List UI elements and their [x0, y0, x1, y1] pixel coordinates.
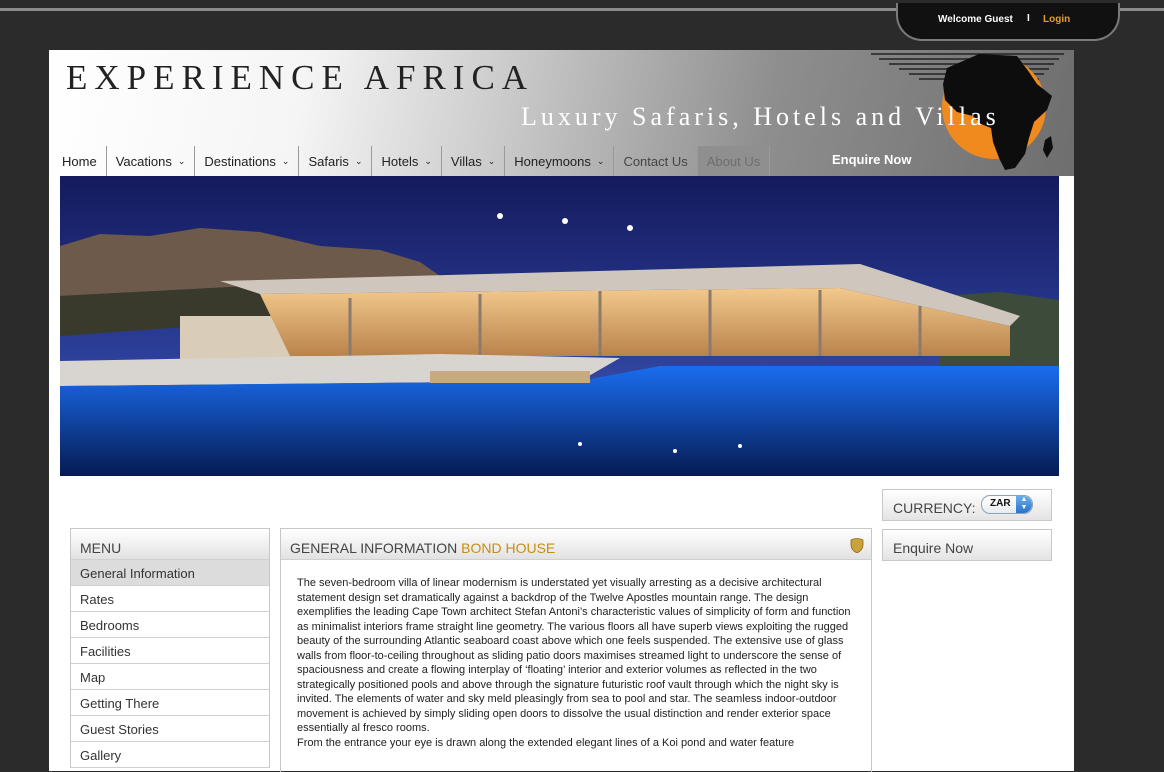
content-panel: GENERAL INFORMATION BOND HOUSE The seven… [280, 528, 872, 772]
login-link[interactable]: Login [1043, 14, 1070, 25]
hero-villa-image [60, 176, 1059, 476]
chevron-down-icon: ⌄ [354, 155, 363, 166]
currency-value: ZAR [990, 498, 1011, 509]
nav-home[interactable]: Home [49, 146, 107, 176]
menu-item-facilities[interactable]: Facilities [71, 638, 269, 664]
nav-label: Contact Us [623, 153, 688, 169]
nav-destinations[interactable]: Destinations ⌄ [195, 146, 300, 176]
nav-vacations[interactable]: Vacations ⌄ [107, 146, 196, 176]
menu-item-label: Gallery [80, 748, 122, 763]
menu-item-general-information[interactable]: General Information [71, 560, 269, 586]
welcome-text: Welcome Guest [938, 14, 1013, 25]
menu-item-label: Bedrooms [80, 618, 140, 633]
content-heading: GENERAL INFORMATION BOND HOUSE [281, 529, 871, 560]
currency-select[interactable]: ZAR ▲ ▼ [981, 495, 1033, 514]
chevron-down-icon: ⌄ [177, 155, 186, 166]
menu-item-rates[interactable]: Rates [71, 586, 269, 612]
currency-box: CURRENCY: ZAR ▲ ▼ [882, 489, 1052, 521]
nav-label: Home [62, 153, 97, 169]
enquire-now-button[interactable]: Enquire Now [882, 529, 1052, 561]
nav-label: Honeymoons [514, 153, 591, 169]
shield-icon [850, 538, 864, 553]
nav-villas[interactable]: Villas ⌄ [442, 146, 506, 176]
nav-hotels[interactable]: Hotels ⌄ [372, 146, 442, 176]
menu-item-getting-there[interactable]: Getting There [71, 690, 269, 716]
side-menu: MENU General Information Rates Bedrooms … [70, 528, 270, 768]
nav-enquire-now[interactable]: Enquire Now [832, 152, 911, 167]
menu-title: MENU [80, 540, 122, 556]
menu-item-gallery[interactable]: Gallery [71, 742, 269, 768]
menu-item-label: Guest Stories [80, 722, 159, 737]
nav-contact-us[interactable]: Contact Us [614, 146, 698, 176]
menu-item-guest-stories[interactable]: Guest Stories [71, 716, 269, 742]
nav-label: About Us [706, 153, 761, 169]
chevron-down-icon: ⌄ [487, 155, 496, 166]
content-body: The seven-bedroom villa of linear modern… [297, 576, 857, 750]
enquire-now-label: Enquire Now [893, 540, 974, 556]
chevron-down-icon: ⌄ [281, 155, 290, 166]
site-header: EXPERIENCE AFRICA Luxury Safaris, Hotels… [49, 50, 1074, 176]
updown-arrows-icon: ▲ ▼ [1016, 496, 1032, 513]
menu-item-label: Getting There [80, 696, 160, 711]
menu-item-label: Map [80, 670, 106, 685]
menu-item-label: Facilities [80, 644, 131, 659]
nav-label: Destinations [204, 153, 276, 169]
content-paragraph: From the entrance your eye is drawn alon… [297, 736, 795, 749]
chevron-down-icon: ⌄ [424, 155, 432, 166]
content-paragraph: The seven-bedroom villa of linear modern… [297, 577, 851, 734]
nav-label: Villas [450, 153, 482, 169]
content-title: GENERAL INFORMATION BOND HOUSE [290, 540, 555, 556]
account-separator: I [1027, 13, 1030, 24]
menu-item-label: Rates [80, 592, 114, 607]
property-name: BOND HOUSE [461, 540, 556, 556]
nav-safaris[interactable]: Safaris ⌄ [299, 146, 373, 176]
menu-item-bedrooms[interactable]: Bedrooms [71, 612, 269, 638]
nav-label: Safaris [308, 153, 349, 169]
nav-label: Vacations [115, 153, 172, 169]
content-heading-text: GENERAL INFORMATION [290, 540, 458, 556]
main-nav: Home Vacations ⌄ Destinations ⌄ Safaris ⌄ H… [49, 146, 771, 176]
tagline: Luxury Safaris, Hotels and Villas [521, 102, 1000, 131]
chevron-down-icon: ⌄ [596, 155, 605, 166]
currency-label: CURRENCY: [893, 500, 976, 516]
site-title[interactable]: EXPERIENCE AFRICA [66, 58, 534, 98]
menu-item-map[interactable]: Map [71, 664, 269, 690]
menu-item-label: General Information [80, 566, 195, 581]
menu-heading: MENU [71, 529, 269, 560]
nav-honeymoons[interactable]: Honeymoons ⌄ [505, 146, 615, 176]
nav-label: Hotels [381, 153, 419, 169]
page: EXPERIENCE AFRICA Luxury Safaris, Hotels… [49, 50, 1074, 772]
nav-about-us[interactable]: About Us [697, 146, 771, 176]
